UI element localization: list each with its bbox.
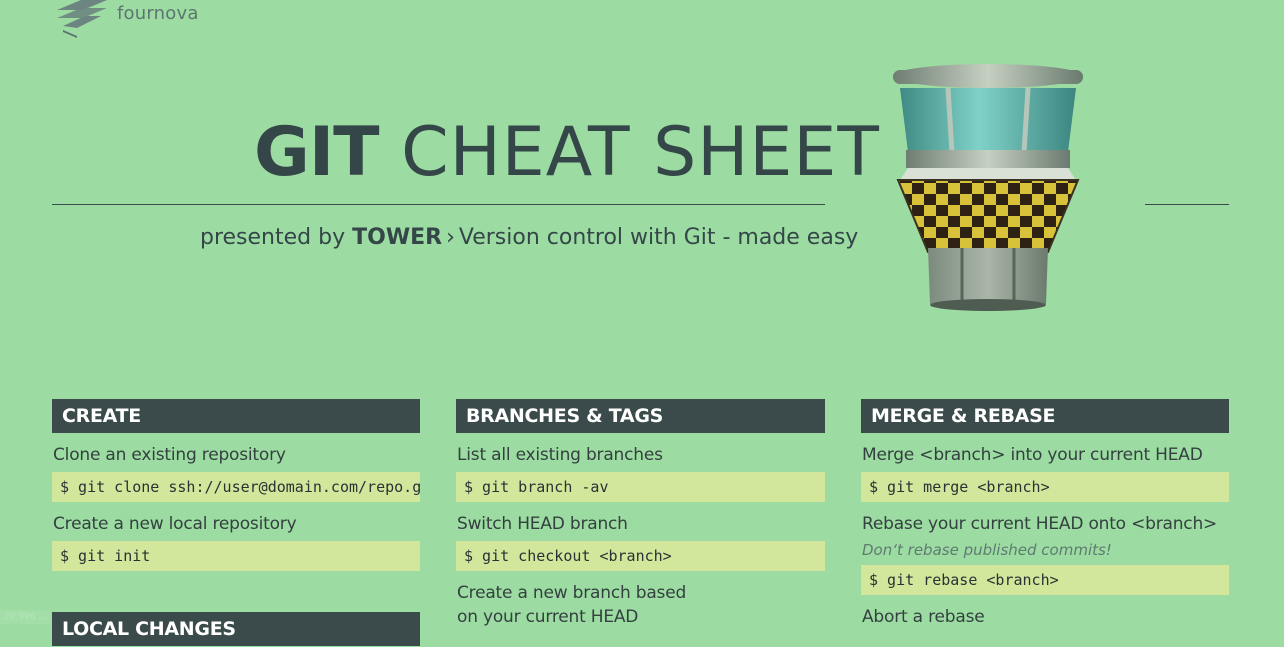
command-box[interactable]: $ git merge <branch> — [861, 472, 1229, 502]
product-name[interactable]: TOWER — [352, 225, 442, 250]
command-box[interactable]: $ git checkout <branch> — [456, 541, 825, 571]
title-divider-left — [52, 204, 825, 205]
tower-app-icon — [888, 62, 1088, 318]
section-heading: CREATE — [52, 399, 420, 433]
title-cheat-sheet: CHEAT SHEET — [401, 113, 880, 192]
command-description: Abort a rebase — [862, 607, 985, 627]
command-description: Switch HEAD branch — [457, 514, 628, 534]
command-description: Rebase your current HEAD onto <branch> — [862, 514, 1218, 534]
subtitle: presented by TOWER › Version control with … — [200, 222, 858, 254]
merge-rebase-section: MERGE & REBASE Merge <branch> into your … — [861, 399, 1229, 629]
title-divider-right — [1145, 204, 1229, 205]
description-line-1: Create a new branch based — [457, 583, 687, 603]
warning-note: Don‘t rebase published commits! — [862, 541, 1112, 559]
command-description: Merge <branch> into your current HEAD — [862, 445, 1203, 465]
command-description: List all existing branches — [457, 445, 663, 465]
command-box[interactable]: $ git init — [52, 541, 420, 571]
command-box[interactable]: $ git clone ssh://user@domain.com/repo.g… — [52, 472, 420, 502]
page-title: GIT CHEAT SHEET — [254, 112, 880, 194]
command-description: Clone an existing repository — [53, 445, 286, 465]
local-changes-section: LOCAL CHANGES — [52, 612, 420, 646]
section-heading: LOCAL CHANGES — [52, 612, 420, 646]
command-description: Create a new local repository — [53, 514, 297, 534]
section-heading: MERGE & REBASE — [861, 399, 1229, 433]
presented-by-text: presented by — [200, 225, 346, 250]
description-line-2: on your current HEAD — [457, 607, 639, 627]
chevron-right-icon: › — [446, 225, 455, 250]
fournova-logo-icon — [57, 0, 107, 38]
brand-name: fournova — [117, 3, 199, 24]
command-box[interactable]: $ git branch -av — [456, 472, 825, 502]
section-heading: BRANCHES & TAGS — [456, 399, 825, 433]
tagline: Version control with Git - made easy — [458, 225, 859, 250]
create-section: CREATE Clone an existing repository $ gi… — [52, 399, 420, 571]
command-box[interactable]: $ git rebase <branch> — [861, 565, 1229, 595]
zoom-indicator: 20.996 ... — [0, 610, 51, 624]
branches-tags-section: BRANCHES & TAGS List all existing branch… — [456, 399, 825, 629]
command-description: Create a new branch based on your curren… — [456, 581, 825, 629]
title-git: GIT — [254, 113, 379, 192]
